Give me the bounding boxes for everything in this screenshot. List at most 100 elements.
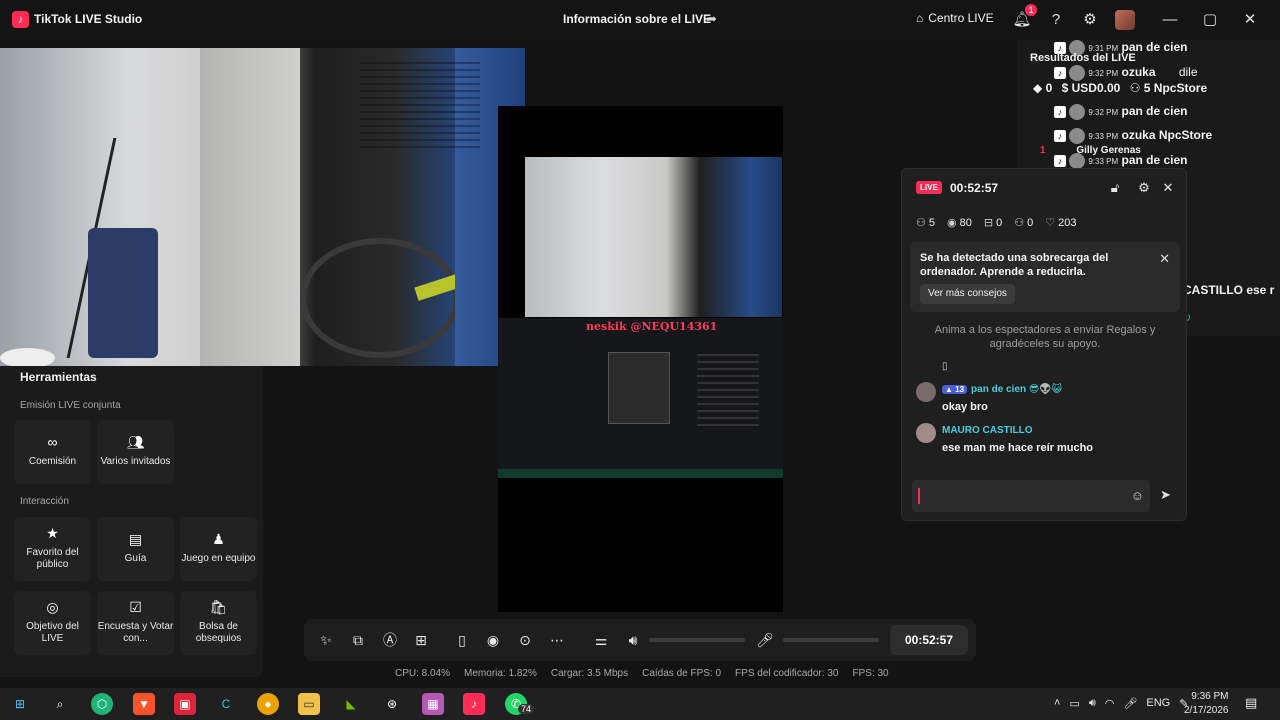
centro-live-label: Centro LIVE (928, 11, 994, 25)
chat-line: ♪ 9:33 PM pan de cien (1054, 153, 1188, 169)
tool-encuesta[interactable]: ☑ Encuesta y Votar con... (97, 591, 174, 655)
live-stats-row: ⚇ 5 ◉ 80 ⊟ 0 ⚇ 0 ♡ 203 (916, 216, 1076, 229)
app-purple-icon[interactable]: ▦ (422, 693, 444, 715)
tool-label: Encuesta y Votar con... (97, 621, 174, 644)
avatar (1069, 104, 1085, 120)
lock-icon[interactable]: 🔓︎ (1107, 180, 1123, 196)
tool-coemision[interactable]: ∞ Coemisión (14, 420, 91, 484)
tiktok-icon: ♪ (1054, 130, 1066, 143)
stat-memoria: Memoria: 1.82% (464, 668, 537, 679)
mic-volume-slider[interactable] (783, 638, 879, 642)
people-icon: ⚇ (1129, 81, 1141, 95)
close-icon[interactable]: ✕ (1160, 180, 1176, 196)
speaker-icon[interactable]: 🔊︎ (624, 631, 642, 649)
camera-switch-icon[interactable]: ⊙ (516, 631, 534, 649)
chat-line: ♪ 9:32 PM ozuka dile (1054, 65, 1198, 81)
add-source-icon[interactable]: ⊞ (412, 631, 430, 649)
chevron-up-icon[interactable]: ˄ (1054, 697, 1060, 710)
mixer-icon[interactable]: ⚌ (592, 631, 610, 649)
screen-thumbnail (608, 352, 670, 424)
section-joint-live: Emisión LIVE conjunta (20, 400, 121, 411)
tiktok-icon: ♪ (1054, 106, 1066, 119)
app-cyan-icon[interactable]: C (215, 693, 237, 715)
app-red-icon[interactable]: ▣ (174, 693, 196, 715)
help-icon[interactable]: ? (1046, 10, 1066, 30)
poll-icon: ☑ (129, 599, 142, 615)
overload-warning: Se ha detectado una sobrecarga del orden… (910, 242, 1180, 312)
share-icon[interactable]: ➦ (706, 11, 722, 27)
layout-icon[interactable]: ⧉ (349, 631, 367, 649)
minimize-icon[interactable]: — (1160, 10, 1180, 30)
chat-input[interactable]: ☺ (912, 480, 1150, 512)
effects-icon[interactable]: ✨︎ (317, 631, 335, 649)
avatar[interactable] (1115, 10, 1135, 30)
notification-center-icon[interactable]: ▤ (1245, 695, 1257, 711)
nvidia-icon[interactable]: ◣ (340, 693, 362, 715)
people-icon: ⚇ (916, 217, 926, 229)
app-steam-icon[interactable]: ⊛ (381, 693, 403, 715)
canvas-overlay-text: neskik @NEQU14361 (586, 320, 718, 333)
stat-fps: FPS: 30 (852, 668, 889, 679)
speaker-icon[interactable]: 🔊︎ (1089, 697, 1096, 710)
section-interaction: Interacción (20, 496, 69, 507)
tiktok-taskbar-icon[interactable]: ♪ (463, 693, 485, 715)
live-info-link[interactable]: Información sobre el LIVE (563, 12, 711, 26)
search-icon[interactable]: ⌕ (49, 693, 71, 715)
battery-icon[interactable]: ▭ (1069, 697, 1079, 710)
gear-icon[interactable]: ⚙ (1136, 180, 1152, 196)
dollar-icon: $ (1061, 81, 1069, 95)
stat-views: ◉ 80 (947, 217, 972, 229)
tool-objetivo[interactable]: ◎ Objetivo del LIVE (14, 591, 91, 655)
diamond-icon: ◆ (1033, 81, 1043, 95)
performance-stats: CPU: 8.04% Memoria: 1.82% Cargar: 3.5 Mb… (395, 668, 889, 679)
eye-icon: ◉ (947, 217, 957, 229)
send-icon[interactable]: ➤ (1160, 487, 1171, 503)
screen-chat-rows (697, 354, 759, 430)
whatsapp-badge: 74 (518, 704, 535, 714)
tiktok-icon: ♪ (1054, 67, 1066, 80)
canvas-camera-source[interactable] (525, 157, 782, 317)
team-icon: ♟ (212, 531, 225, 547)
tool-juego-equipo[interactable]: ♟ Juego en equipo (180, 517, 257, 581)
tool-guia[interactable]: ▤ Guía (97, 517, 174, 581)
message-author: pan de cien (971, 384, 1027, 395)
tool-favorito[interactable]: ★ Favorito del público (14, 517, 91, 581)
gear-icon[interactable]: ⚙ (1080, 10, 1100, 30)
close-icon[interactable]: ✕ (1159, 251, 1170, 267)
ai-icon[interactable]: Ⓐ (381, 631, 399, 649)
add-user-icon: ⚇ (1014, 217, 1025, 229)
tool-label: Favorito del público (26, 547, 79, 570)
more-tips-button[interactable]: Ver más consejos (920, 284, 1015, 304)
brave-browser-icon[interactable]: ▼ (133, 693, 155, 715)
link-icon: ∞ (47, 434, 58, 450)
tool-label: Varios invitados (100, 456, 171, 467)
more-icon[interactable]: ⋯ (548, 631, 566, 649)
windows-start-icon[interactable]: ⊞ (9, 693, 31, 715)
stat-cpu: CPU: 8.04% (395, 668, 451, 679)
speaker-volume-slider[interactable] (649, 638, 745, 642)
tool-varios-invitados[interactable]: 👥︎ Varios invitados (97, 420, 174, 484)
file-explorer-icon[interactable]: ▭ (298, 693, 320, 715)
emoji-icon[interactable]: ☺ (1131, 488, 1144, 503)
app-green-icon[interactable]: ⬡ (91, 693, 113, 715)
message-author: MAURO CASTILLO (942, 425, 1033, 436)
maximize-icon[interactable]: ▢ (1200, 10, 1220, 30)
mic-icon[interactable]: 🎤︎ (1123, 697, 1137, 710)
tool-label: Juego en equipo (181, 553, 256, 564)
language-indicator[interactable]: ENG (1146, 697, 1170, 710)
clock-time: 9:36 PM (1191, 691, 1229, 702)
stream-timer: 00:52:57 (890, 625, 968, 655)
phone-icon[interactable]: ▯ (453, 631, 471, 649)
scene-bike (300, 238, 460, 358)
chrome-icon[interactable]: ● (257, 693, 279, 715)
close-icon[interactable]: ✕ (1240, 10, 1260, 30)
taskbar-clock[interactable]: 9:36 PM 2/17/2026 (1184, 690, 1229, 718)
microphone-icon[interactable]: 🎤︎ (756, 631, 774, 649)
centro-live-button[interactable]: ⌂ Centro LIVE (916, 11, 994, 25)
level-badge: ▲ 13 (942, 385, 968, 394)
title-bar: ♪ TikTok LIVE Studio Información sobre e… (0, 0, 1280, 40)
avatar (916, 423, 936, 443)
wifi-icon[interactable]: ◠ (1105, 697, 1115, 710)
record-icon[interactable]: ◉ (484, 631, 502, 649)
tool-bolsa-obsequios[interactable]: 🛍︎ Bolsa de obsequios (180, 591, 257, 655)
